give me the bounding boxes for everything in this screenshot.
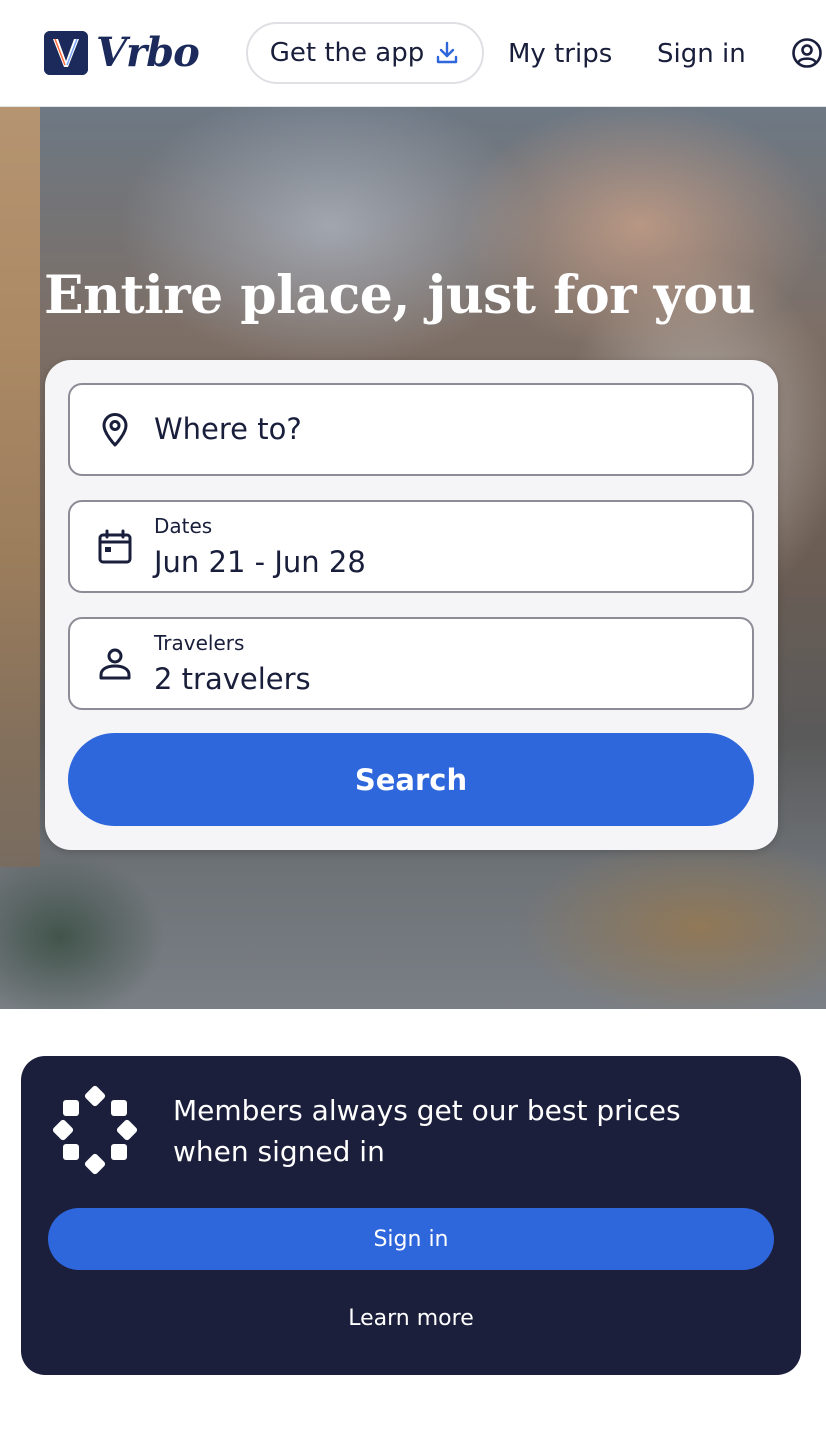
travelers-value: 2 travelers [154, 662, 311, 696]
download-icon [434, 40, 460, 66]
search-form-card: Where to? Dates Jun 21 - Jun 28 Traveler… [45, 360, 778, 850]
get-the-app-button[interactable]: Get the app [246, 22, 484, 84]
hero-section: Entire place, just for you Where to? Dat… [0, 107, 826, 1009]
top-header: Vrbo Get the app My trips Sign in [0, 0, 826, 107]
calendar-icon [96, 528, 134, 566]
map-pin-icon [96, 411, 134, 449]
vrbo-wordmark: Vrbo [96, 29, 200, 76]
members-message: Members always get our best prices when … [173, 1094, 681, 1168]
destination-field[interactable]: Where to? [68, 383, 754, 476]
vrbo-logo-mark-icon [44, 31, 88, 75]
members-sign-in-button[interactable]: Sign in [48, 1208, 774, 1270]
nav-my-trips-link[interactable]: My trips [508, 34, 612, 74]
vrbo-logo[interactable]: Vrbo [44, 29, 200, 76]
members-diamond-ring-icon [49, 1084, 141, 1176]
dates-label: Dates [154, 514, 213, 538]
dates-value: Jun 21 - Jun 28 [154, 545, 366, 579]
get-the-app-label: Get the app [269, 38, 425, 68]
learn-more-link[interactable]: Learn more [48, 1300, 774, 1336]
nav-sign-in-link[interactable]: Sign in [657, 34, 746, 74]
travelers-label: Travelers [154, 631, 245, 655]
hero-title: Entire place, just for you [44, 265, 755, 326]
person-icon [96, 645, 134, 683]
members-banner: Members always get our best prices when … [21, 1056, 801, 1375]
dates-field[interactable]: Dates Jun 21 - Jun 28 [68, 500, 754, 593]
account-icon[interactable] [791, 37, 823, 69]
search-button[interactable]: Search [68, 733, 754, 826]
travelers-field[interactable]: Travelers 2 travelers [68, 617, 754, 710]
destination-placeholder: Where to? [154, 412, 302, 446]
hero-background-image [0, 107, 40, 867]
